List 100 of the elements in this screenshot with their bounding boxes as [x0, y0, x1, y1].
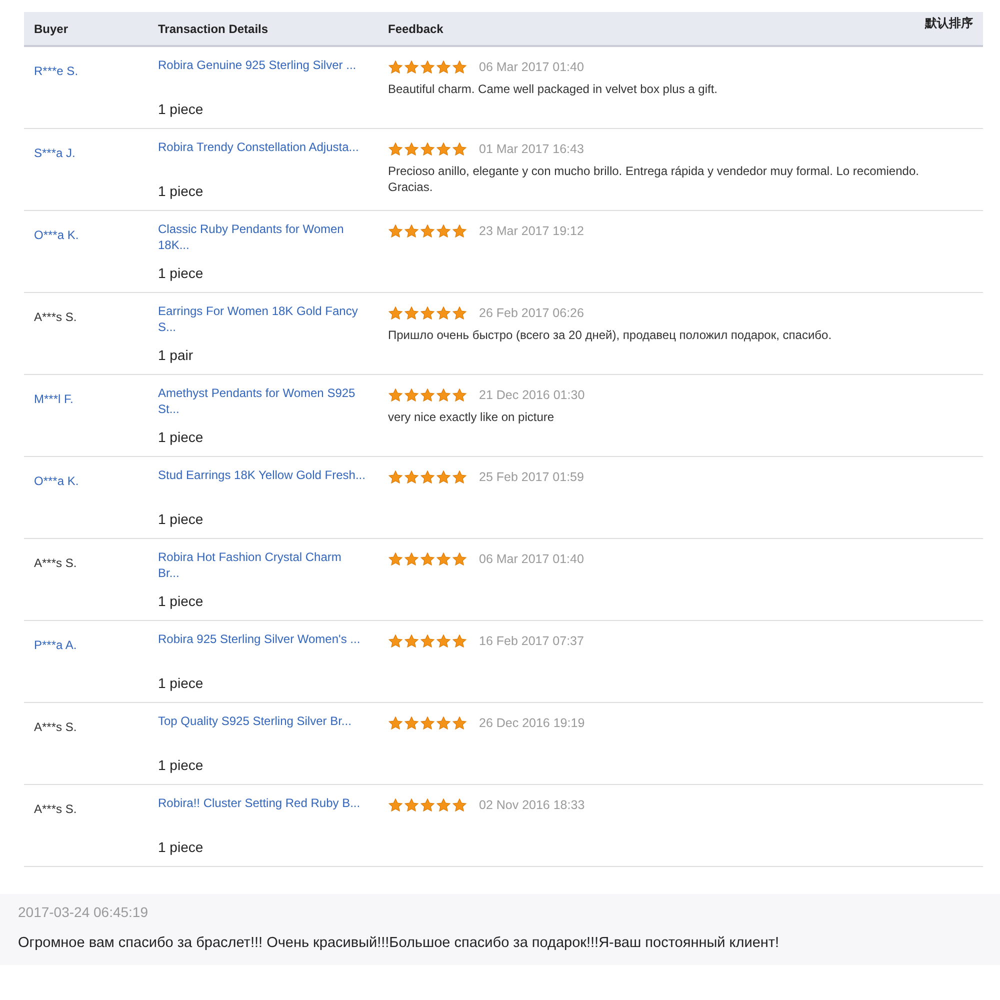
buyer-name: A***s S. — [34, 310, 77, 324]
column-header: Buyer — [34, 22, 68, 36]
star-icon — [452, 470, 467, 486]
product-link[interactable]: Top Quality S925 Sterling Silver Br... — [158, 713, 366, 729]
quantity: 1 piece — [158, 838, 204, 857]
feedback-comment: Пришло очень быстро (всего за 20 дней), продавец положил подарок, спасибо. — [388, 327, 833, 344]
feedback-date: 02 Nov 2016 18:33 — [479, 798, 585, 812]
star-icon — [452, 142, 467, 158]
star-icon — [452, 224, 467, 240]
feedback-date: 06 Mar 2017 01:40 — [479, 552, 584, 566]
star-icon — [420, 306, 435, 322]
sort-link[interactable]: 默认排序 — [925, 14, 973, 32]
buyer-name: A***s S. — [34, 802, 77, 816]
product-link[interactable]: Robira Genuine 925 Sterling Silver ... — [158, 57, 366, 73]
star-icon — [452, 388, 467, 404]
star-icon — [404, 224, 419, 240]
feedback-comment: Beautiful charm. Came well packaged in velvet box plus a gift. — [388, 81, 719, 98]
star-icon — [388, 634, 403, 650]
product-link[interactable]: Amethyst Pendants for Women S925 St... — [158, 385, 366, 417]
star-icon — [404, 716, 419, 732]
buyer-name: A***s S. — [34, 720, 77, 734]
star-icon — [420, 60, 435, 76]
star-icon — [388, 224, 403, 240]
star-icon — [420, 142, 435, 158]
star-icon — [436, 60, 451, 76]
star-icon — [436, 142, 451, 158]
star-icon — [420, 716, 435, 732]
star-icon — [436, 306, 451, 322]
column-header: Feedback — [388, 22, 444, 36]
feedback-date: 26 Dec 2016 19:19 — [479, 716, 585, 730]
quantity: 1 pair — [158, 346, 194, 365]
quantity: 1 piece — [158, 264, 204, 283]
star-icon — [436, 798, 451, 814]
buyer-name-link[interactable]: P***a A. — [34, 638, 77, 652]
product-link[interactable]: Classic Ruby Pendants for Women 18K... — [158, 221, 366, 253]
star-icon — [388, 142, 403, 158]
star-icon — [404, 388, 419, 404]
star-icon — [436, 716, 451, 732]
feedback-comment: very nice exactly like on picture — [388, 409, 556, 426]
star-icon — [388, 798, 403, 814]
quantity: 1 piece — [158, 428, 204, 447]
star-icon — [452, 552, 467, 568]
review-timestamp: 2017-03-24 06:45:19 — [18, 903, 149, 922]
product-link[interactable]: Robira Hot Fashion Crystal Charm Br... — [158, 549, 366, 581]
product-link[interactable]: Robira!! Cluster Setting Red Ruby B... — [158, 795, 366, 811]
star-icon — [420, 224, 435, 240]
star-icon — [404, 142, 419, 158]
quantity: 1 piece — [158, 674, 204, 693]
star-icon — [452, 716, 467, 732]
star-icon — [420, 634, 435, 650]
star-icon — [404, 306, 419, 322]
quantity: 1 piece — [158, 182, 204, 201]
quantity: 1 piece — [158, 100, 204, 119]
star-icon — [436, 224, 451, 240]
star-icon — [404, 470, 419, 486]
feedback-date: 25 Feb 2017 01:59 — [479, 470, 584, 484]
quantity: 1 piece — [158, 592, 204, 611]
star-icon — [436, 552, 451, 568]
feedback-comment: Precioso anillo, elegante y con mucho brillo. Entrega rápida y vendedor muy formal. Lo recomiendo. Gracias. — [388, 163, 920, 196]
star-icon — [452, 634, 467, 650]
product-link[interactable]: Earrings For Women 18K Gold Fancy S... — [158, 303, 366, 335]
star-icon — [388, 60, 403, 76]
feedback-date: 21 Dec 2016 01:30 — [479, 388, 585, 402]
star-icon — [436, 388, 451, 404]
buyer-name-link[interactable]: S***a J. — [34, 146, 76, 160]
star-icon — [388, 470, 403, 486]
star-icon — [404, 552, 419, 568]
quantity: 1 piece — [158, 510, 204, 529]
star-icon — [452, 306, 467, 322]
star-icon — [388, 388, 403, 404]
feedback-date: 01 Mar 2017 16:43 — [479, 142, 584, 156]
star-icon — [420, 552, 435, 568]
product-link[interactable]: Robira 925 Sterling Silver Women's ... — [158, 631, 366, 647]
star-icon — [452, 798, 467, 814]
buyer-name: A***s S. — [34, 556, 77, 570]
product-link[interactable]: Robira Trendy Constellation Adjusta... — [158, 139, 366, 155]
buyer-name-link[interactable]: O***a K. — [34, 228, 79, 242]
star-icon — [404, 798, 419, 814]
product-link[interactable]: Stud Earrings 18K Yellow Gold Fresh... — [158, 467, 366, 483]
star-icon — [452, 60, 467, 76]
star-icon — [388, 716, 403, 732]
buyer-name-link[interactable]: O***a K. — [34, 474, 79, 488]
review-text: Огромное вам спасибо за браслет!!! Очень красивый!!!Большое спасибо за подарок!!!Я-ваш постоянный клиент! — [18, 934, 780, 953]
star-icon — [436, 634, 451, 650]
star-icon — [388, 306, 403, 322]
buyer-name-link[interactable]: M***l F. — [34, 392, 74, 406]
star-icon — [420, 798, 435, 814]
star-icon — [420, 388, 435, 404]
buyer-name-link[interactable]: R***e S. — [34, 64, 78, 78]
feedback-date: 06 Mar 2017 01:40 — [479, 60, 584, 74]
feedback-date: 23 Mar 2017 19:12 — [479, 224, 584, 238]
star-icon — [420, 470, 435, 486]
star-icon — [404, 60, 419, 76]
feedback-date: 26 Feb 2017 06:26 — [479, 306, 584, 320]
feedback-date: 16 Feb 2017 07:37 — [479, 634, 584, 648]
star-icon — [388, 552, 403, 568]
star-icon — [436, 470, 451, 486]
star-icon — [404, 634, 419, 650]
column-header: Transaction Details — [158, 22, 268, 36]
quantity: 1 piece — [158, 756, 204, 775]
